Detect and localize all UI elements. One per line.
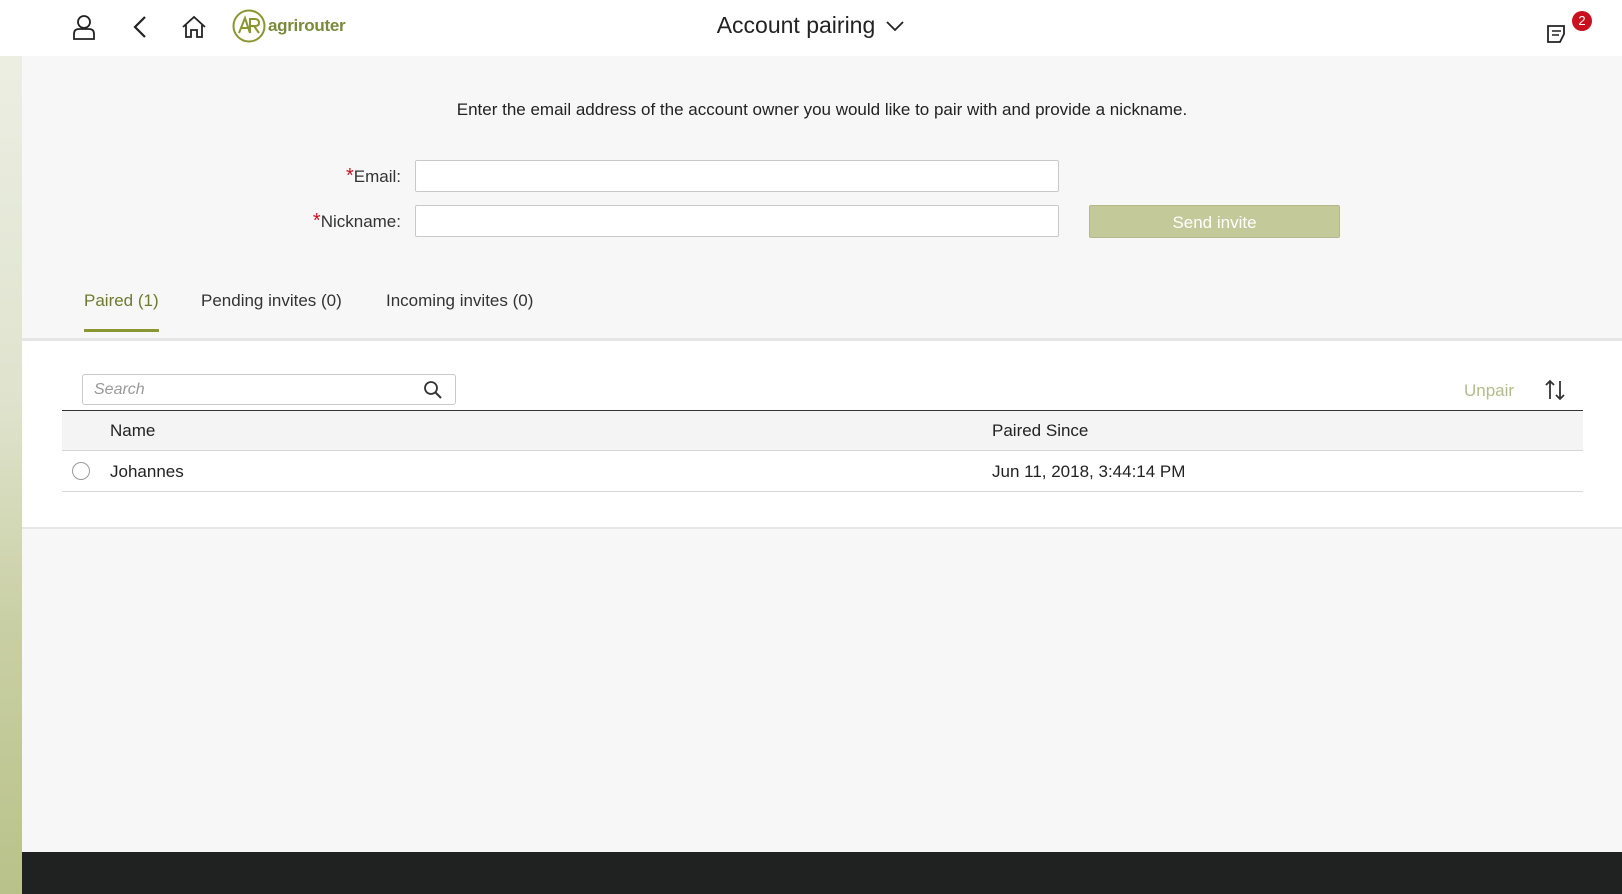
top-bar: agrirouter Account pairing 2: [0, 0, 1622, 56]
chevron-down-icon: [886, 20, 904, 31]
search-input[interactable]: Search: [83, 381, 421, 399]
instruction-text: Enter the email address of the account o…: [456, 100, 1188, 119]
title-wrap: Account pairing: [0, 12, 1622, 39]
nickname-field[interactable]: [415, 205, 1059, 237]
table-row[interactable]: Johannes Jun 11, 2018, 3:44:14 PM: [62, 451, 1583, 492]
row-name: Johannes: [110, 462, 184, 481]
email-row: *Email:: [22, 160, 1059, 192]
nickname-row: *Nickname:: [22, 205, 1059, 237]
search-icon[interactable]: [421, 378, 445, 402]
column-header-paired-since[interactable]: Paired Since: [992, 421, 1088, 441]
tab-pending-invites[interactable]: Pending invites (0): [201, 291, 342, 329]
tab-paired[interactable]: Paired (1): [84, 291, 159, 332]
send-invite-button[interactable]: Send invite: [1089, 205, 1340, 238]
paired-table: Name Paired Since Johannes Jun 11, 2018,…: [62, 410, 1583, 492]
nickname-label: *Nickname:: [312, 209, 401, 232]
tab-bar: Paired (1) Pending invites (0) Incoming …: [22, 276, 1622, 341]
row-paired-since: Jun 11, 2018, 3:44:14 PM: [992, 462, 1186, 481]
email-label: *Email:: [345, 164, 401, 187]
table-header: Name Paired Since: [62, 410, 1583, 451]
sort-icon[interactable]: [1542, 377, 1568, 403]
notes-icon: [1547, 25, 1565, 43]
search-box[interactable]: Search: [82, 374, 456, 405]
notification-badge: 2: [1572, 11, 1592, 31]
column-header-name[interactable]: Name: [110, 421, 155, 441]
tab-incoming-invites[interactable]: Incoming invites (0): [386, 291, 533, 329]
unpair-button[interactable]: Unpair: [1464, 381, 1514, 401]
paired-panel: Search Unpair Name Paired Since Johannes…: [22, 341, 1622, 529]
notes-button[interactable]: 2: [1540, 10, 1592, 48]
required-marker: *: [312, 209, 321, 232]
page-title: Account pairing: [716, 12, 876, 38]
main-content: Enter the email address of the account o…: [22, 56, 1622, 852]
row-select-radio[interactable]: [72, 462, 90, 480]
footer: [22, 852, 1622, 894]
email-field[interactable]: [415, 160, 1059, 192]
required-marker: *: [345, 164, 354, 187]
page-title-dropdown[interactable]: Account pairing: [717, 12, 906, 39]
background-strip: [0, 0, 22, 894]
